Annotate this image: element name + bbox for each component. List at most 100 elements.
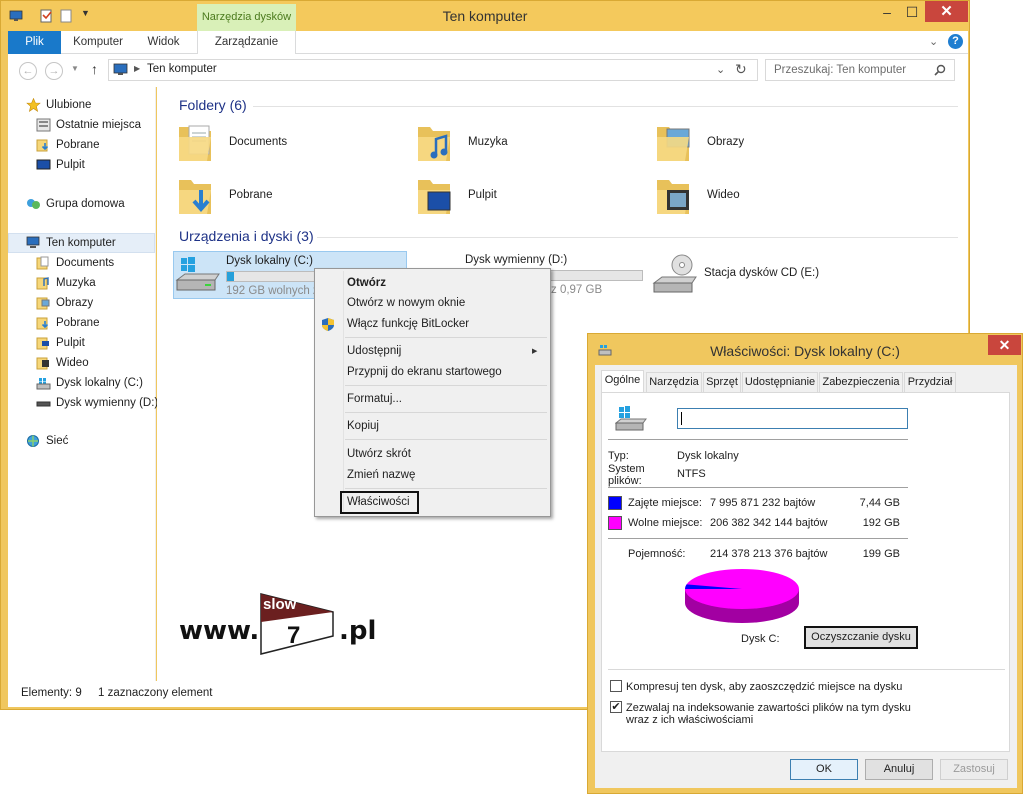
- window-title: Ten komputer: [442, 8, 528, 24]
- dialog-title: Właściwości: Dysk lokalny (C:): [710, 343, 900, 359]
- desktop-icon: [36, 159, 51, 170]
- tab-tools[interactable]: Narzędzia: [646, 372, 702, 392]
- back-button[interactable]: ←: [19, 62, 37, 80]
- recent-places-icon: [36, 118, 51, 132]
- removable-disk-icon: [36, 401, 51, 407]
- documents-folder-icon: [36, 256, 49, 270]
- compress-checkbox[interactable]: [610, 680, 622, 692]
- tab-komputer[interactable]: Komputer: [68, 31, 128, 54]
- menu-gutter: [343, 271, 344, 514]
- tab-quota[interactable]: Przydział: [904, 372, 956, 392]
- tab-widok[interactable]: Widok: [136, 31, 191, 54]
- submenu-arrow-icon: ▶: [532, 348, 538, 355]
- title-bar: ▼ Narzędzia dysków Ten komputer – ☐ ✕: [1, 1, 969, 31]
- item-count: Elementy: 9: [21, 687, 82, 699]
- menu-pin-start[interactable]: Przypnij do ekranu startowego: [347, 366, 502, 378]
- divider: [608, 669, 1005, 670]
- maximize-button[interactable]: ☐: [898, 1, 926, 23]
- music-folder-icon: [418, 127, 450, 161]
- refresh-icon[interactable]: ↻: [735, 61, 747, 78]
- drive-c-usage-fill: [227, 272, 235, 281]
- documents-folder-icon: [179, 125, 211, 161]
- index-checkbox[interactable]: ✔: [610, 701, 622, 713]
- search-input[interactable]: Przeszukaj: Ten komputer: [765, 59, 955, 81]
- apply-button[interactable]: Zastosuj: [940, 759, 1008, 780]
- devices-header[interactable]: Urządzenia i dyski (3): [179, 228, 314, 244]
- menu-open[interactable]: Otwórz: [347, 277, 386, 289]
- desktop-folder-icon: [418, 180, 451, 214]
- pictures-folder-icon: [657, 127, 690, 161]
- tab-plik[interactable]: Plik: [8, 31, 61, 54]
- dialog-close-button[interactable]: ✕: [988, 335, 1021, 355]
- menu-separator: [345, 385, 547, 386]
- computer-icon: [26, 236, 40, 248]
- folder-music[interactable]: Muzyka: [416, 121, 646, 171]
- properties-dialog: Właściwości: Dysk lokalny (C:) ✕ Ogólne …: [587, 333, 1023, 794]
- selected-count: 1 zaznaczony element: [98, 687, 213, 699]
- forward-button[interactable]: →: [45, 62, 63, 80]
- menu-create-shortcut[interactable]: Utwórz skrót: [347, 448, 411, 460]
- tab-sharing[interactable]: Udostępnianie: [742, 372, 818, 392]
- menu-properties[interactable]: Właściwości: [347, 496, 410, 508]
- text-cursor: [681, 412, 682, 425]
- tab-hardware[interactable]: Sprzęt: [703, 372, 741, 392]
- folder-pictures[interactable]: Obrazy: [655, 121, 885, 171]
- folder-desktop[interactable]: Pulpit: [416, 174, 646, 224]
- tab-zarzadzanie[interactable]: Zarządzanie: [197, 31, 296, 54]
- ok-button[interactable]: OK: [790, 759, 858, 780]
- divider: [608, 439, 908, 440]
- local-disk-icon: [36, 378, 51, 390]
- close-button[interactable]: ✕: [925, 1, 968, 22]
- folder-documents[interactable]: Documents: [177, 121, 407, 171]
- menu-format[interactable]: Formatuj...: [347, 393, 402, 405]
- menu-open-new-window[interactable]: Otwórz w nowym oknie: [347, 297, 465, 309]
- homegroup-icon: [27, 199, 40, 209]
- menu-share[interactable]: Udostępnij: [347, 345, 401, 357]
- ribbon-expand-icon[interactable]: ⌄: [929, 35, 938, 48]
- desktop-folder-icon: [36, 337, 49, 350]
- menu-separator: [345, 439, 547, 440]
- downloads-folder-icon: [179, 180, 211, 214]
- videos-folder-icon: [657, 180, 689, 214]
- menu-copy[interactable]: Kopiuj: [347, 420, 379, 432]
- ribbon-tabs: Plik Komputer Widok Zarządzanie ⌄ ?: [8, 31, 968, 54]
- context-menu: Otwórz Otwórz w nowym oknie Włącz funkcj…: [314, 268, 551, 517]
- breadcrumb[interactable]: Ten komputer: [147, 63, 217, 75]
- free-space-swatch: [608, 516, 622, 530]
- drive-cd-e[interactable]: Stacja dysków CD (E:): [652, 251, 872, 299]
- folder-videos[interactable]: Wideo: [655, 174, 885, 224]
- address-row: ← → ▼ ↑ ▶ Ten komputer ⌄ ↻ Przeszukaj: T…: [8, 54, 968, 87]
- menu-rename[interactable]: Zmień nazwę: [347, 469, 415, 481]
- downloads-folder-icon: [36, 139, 49, 152]
- general-panel: Typ: Dysk lokalny System plików: NTFS Za…: [601, 392, 1010, 752]
- folders-divider: [253, 106, 958, 107]
- folder-downloads[interactable]: Pobrane: [177, 174, 407, 224]
- recent-locations-icon[interactable]: ▼: [71, 64, 79, 73]
- watermark-logo: www. slow 7 .pl: [179, 592, 399, 662]
- menu-separator: [345, 488, 547, 489]
- minimize-button[interactable]: –: [873, 1, 901, 23]
- help-icon[interactable]: ?: [948, 34, 963, 49]
- navigation-pane: Ulubione Ostatnie miejsca Pobrane Pulpit…: [8, 87, 158, 681]
- local-disk-icon: [175, 257, 220, 291]
- drive-name-input[interactable]: [677, 408, 908, 429]
- menu-separator: [345, 412, 547, 413]
- address-dropdown-icon[interactable]: ⌄: [716, 63, 725, 76]
- up-arrow-icon[interactable]: ↑: [91, 61, 98, 77]
- tab-security[interactable]: Zabezpieczenia: [819, 372, 903, 392]
- downloads-folder-icon: [36, 317, 49, 330]
- address-bar[interactable]: ▶ Ten komputer ⌄: [108, 59, 758, 81]
- shield-icon: [322, 318, 334, 331]
- breadcrumb-separator-icon: ▶: [134, 64, 141, 73]
- folders-header[interactable]: Foldery (6): [179, 97, 247, 113]
- tab-general[interactable]: Ogólne: [601, 370, 644, 393]
- network-icon: [27, 435, 39, 447]
- used-space-swatch: [608, 496, 622, 510]
- menu-bitlocker[interactable]: Włącz funkcję BitLocker: [347, 318, 469, 330]
- menu-separator: [345, 337, 547, 338]
- divider: [608, 487, 908, 488]
- disk-cleanup-button[interactable]: Oczyszczanie dysku: [804, 626, 918, 649]
- pictures-folder-icon: [36, 297, 50, 310]
- cancel-button[interactable]: Anuluj: [865, 759, 933, 780]
- search-icon[interactable]: [934, 64, 946, 76]
